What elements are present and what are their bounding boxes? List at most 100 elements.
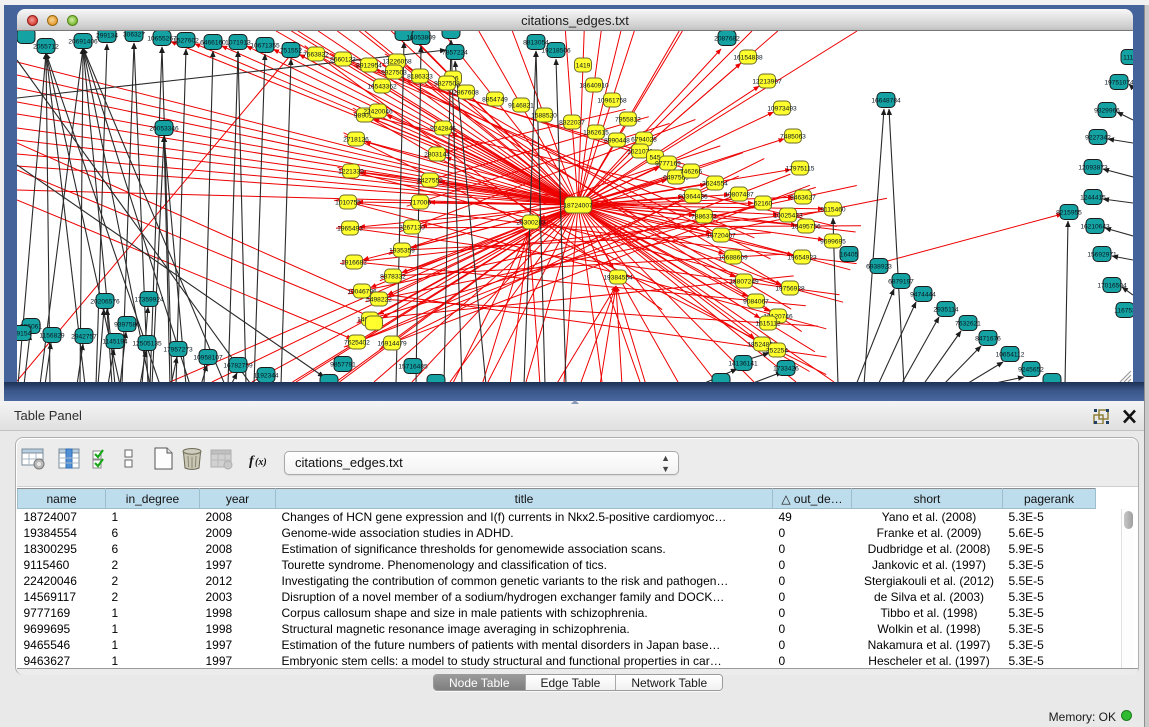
svg-text:14136141: 14136141 [728,360,758,367]
svg-text:10961758: 10961758 [597,97,627,104]
svg-text:1615112: 1615112 [755,320,781,327]
svg-text:12213967: 12213967 [752,78,782,85]
svg-text:1527602: 1527602 [173,37,199,44]
svg-text:1965493: 1965493 [337,225,363,232]
svg-text:3267130: 3267130 [399,224,425,231]
svg-text:2803144: 2803144 [424,151,450,158]
svg-text:1362615: 1362615 [583,129,609,136]
svg-text:2867608: 2867608 [453,89,479,96]
svg-text:9242846: 9242846 [430,125,456,132]
svg-text:6938923: 6938923 [866,263,892,270]
svg-text:6879197: 6879197 [888,278,914,285]
svg-text:1916682: 1916682 [341,259,367,266]
svg-text:10654112: 10654112 [996,351,1025,358]
svg-text:8990448: 8990448 [604,137,630,144]
svg-text:8215955: 8215955 [1056,209,1082,216]
svg-text:10973493: 10973493 [767,105,797,112]
svg-text:8912954: 8912954 [356,62,382,69]
svg-text:62160: 62160 [754,200,773,207]
svg-text:1419: 1419 [576,62,591,69]
svg-text:9245652: 9245652 [1018,366,1044,373]
svg-text:10688609: 10688609 [718,254,748,261]
svg-text:13226058: 13226058 [382,58,412,65]
svg-text:16405: 16405 [840,251,859,258]
svg-text:15692971: 15692971 [1087,251,1117,258]
svg-text:7955812: 7955812 [615,116,641,123]
svg-text:19756928: 19756928 [775,285,805,292]
svg-text:8878332: 8878332 [380,273,406,280]
svg-text:1935359: 1935359 [389,247,415,254]
svg-text:7663822: 7663822 [303,51,329,58]
svg-text:19654923: 19654923 [787,254,817,261]
svg-text:8186323: 8186323 [407,73,433,80]
svg-text:1588520: 1588520 [531,112,557,119]
svg-text:299134: 299134 [96,32,118,39]
svg-text:10025433: 10025433 [773,212,803,219]
svg-text:1145194: 1145194 [102,338,128,345]
svg-text:1221339: 1221339 [338,168,364,175]
svg-text:746266: 746266 [680,168,702,175]
svg-text:20206576: 20206576 [90,298,120,305]
svg-text:18495756: 18495756 [791,223,821,230]
svg-text:8660123: 8660123 [330,56,356,63]
svg-text:7857224: 7857224 [442,49,468,56]
svg-text:20691406: 20691406 [68,38,98,45]
svg-text:(x): (x) [255,457,267,468]
svg-text:9146821: 9146821 [508,102,534,109]
svg-text:17359924: 17359924 [134,296,164,303]
svg-text:16543362: 16543362 [367,83,397,90]
svg-text:717006: 717006 [409,199,431,206]
svg-text:7632621: 7632621 [955,320,981,327]
svg-text:16210643: 16210643 [1080,223,1110,230]
svg-text:2055712: 2055712 [33,43,59,50]
svg-text:9777169: 9777169 [655,160,681,167]
svg-text:15716485: 15716485 [398,363,428,370]
svg-text:10671355: 10671355 [250,42,280,49]
svg-text:17975115: 17975115 [786,165,815,172]
svg-text:2942757: 2942757 [71,333,97,340]
svg-text:2718126: 2718126 [343,136,369,143]
svg-text:751552: 751552 [280,47,302,54]
svg-text:17957273: 17957273 [163,346,193,353]
svg-text:19218506: 19218506 [541,47,571,54]
svg-text:306327: 306327 [123,31,145,38]
svg-text:10807487: 10807487 [724,191,754,198]
svg-text:16914479: 16914479 [377,340,407,347]
svg-text:16648784: 16648784 [871,97,901,104]
svg-text:6466160: 6466160 [200,39,226,46]
svg-text:9474444: 9474444 [910,291,936,298]
svg-text:9115460: 9115460 [820,206,846,213]
svg-text:12505135: 12505135 [132,340,162,347]
svg-text:9699695: 9699695 [820,238,846,245]
svg-text:20364436: 20364436 [678,193,708,200]
svg-text:3624554: 3624554 [702,180,728,187]
svg-text:2935114: 2935114 [933,306,959,313]
svg-text:25300283: 25300283 [516,219,546,226]
svg-text:17016504: 17016504 [1097,282,1127,289]
svg-text:22420046: 22420046 [363,108,393,115]
svg-text:116753: 116753 [1114,307,1133,314]
svg-text:9463627: 9463627 [790,194,816,201]
svg-text:16782759: 16782759 [223,362,253,369]
svg-text:39154: 39154 [17,330,31,337]
svg-text:9327508: 9327508 [434,80,460,87]
svg-text:5498222: 5498222 [366,296,392,303]
svg-text:9397586: 9397586 [114,321,140,328]
svg-text:6794028: 6794028 [631,136,657,143]
svg-text:8813054: 8813054 [523,39,549,46]
svg-text:2087682: 2087682 [714,35,740,42]
svg-text:9084067: 9084067 [743,298,769,305]
svg-text:16154838: 16154838 [733,54,763,61]
svg-text:10958107: 10958107 [193,354,223,361]
svg-text:8427552: 8427552 [417,177,443,184]
svg-text:12093873: 12093873 [1078,164,1108,171]
svg-text:18724007: 18724007 [563,202,593,209]
svg-text:18640910: 18640910 [579,82,609,89]
svg-text:7485063: 7485063 [780,133,806,140]
svg-text:7625402: 7625402 [344,339,370,346]
svg-text:1192344: 1192344 [253,372,279,379]
svg-text:1244415: 1244415 [1080,194,1106,201]
svg-text:9329966: 9329966 [1094,107,1120,114]
svg-text:8471676: 8471676 [975,335,1001,342]
svg-text:20053346: 20053346 [149,125,179,132]
